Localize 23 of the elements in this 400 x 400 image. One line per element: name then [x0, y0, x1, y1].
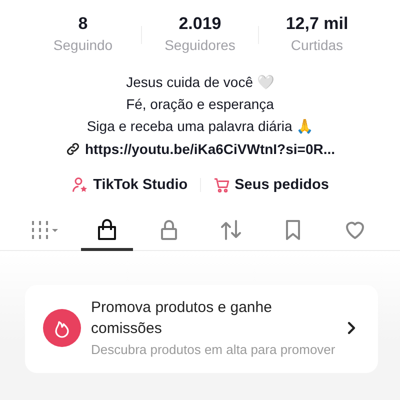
flame-icon — [43, 309, 81, 347]
cart-icon — [212, 176, 231, 194]
promo-card[interactable]: Promova produtos e ganhe comissões Descubra produtos em alta para promover — [25, 285, 378, 373]
stat-value: 2.019 — [178, 14, 222, 34]
chevron-right-icon — [346, 321, 356, 335]
repost-icon — [219, 218, 243, 242]
stat-value: 8 — [78, 14, 88, 34]
stat-label: Seguidores — [164, 36, 236, 55]
grid-icon — [30, 219, 60, 241]
link-icon — [64, 141, 81, 157]
shortcut-link[interactable]: TikTok Studio — [93, 177, 188, 193]
bio-line: Fé, oração e esperança — [126, 95, 274, 114]
stat-label: Curtidas — [290, 36, 344, 55]
bio-line: Siga e receba uma palavra diária 🙏 — [86, 117, 314, 136]
bio-line: Jesus cuida de você 🤍 — [126, 73, 274, 92]
profile-link[interactable]: https://youtu.be/iKa6CiVWtnI?si=0R... — [84, 138, 336, 160]
stat-label: Seguindo — [53, 36, 113, 55]
stat-value: 12,7 mil — [286, 14, 348, 34]
person-star-icon — [71, 176, 90, 194]
promo-subtitle: Descubra produtos em alta para promover — [91, 341, 336, 359]
promo-title: Promova produtos e ganhe comissões — [91, 298, 273, 339]
shortcut-link[interactable]: Seus pedidos — [234, 177, 329, 193]
shopping-bag-icon — [95, 218, 119, 242]
